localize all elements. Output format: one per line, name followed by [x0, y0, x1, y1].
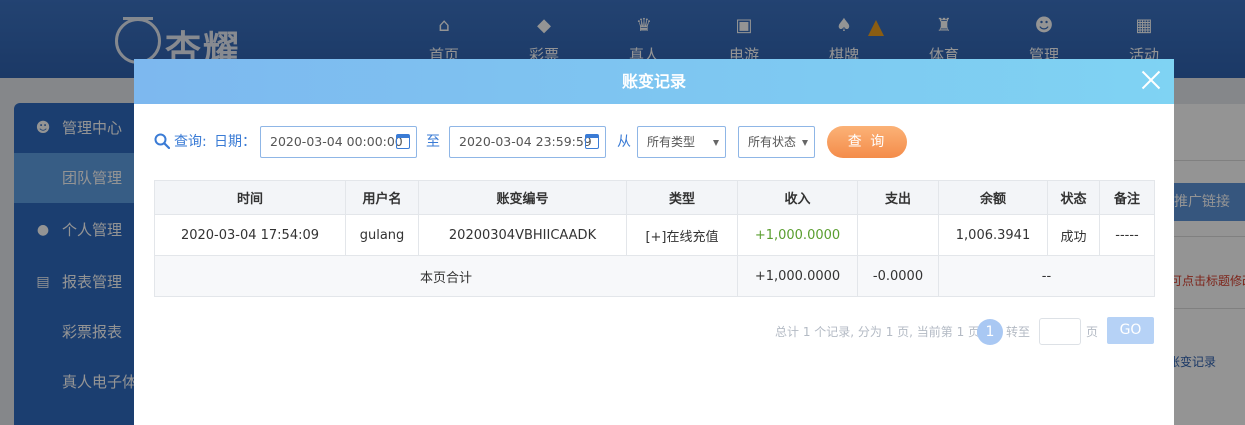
to-label: 至 — [426, 134, 440, 150]
summary-income: +1,000.0000 — [737, 255, 858, 297]
pagination-info: 总计 1 个记录, 分为 1 页, 当前第 1 页 — [775, 325, 981, 339]
column-header-time[interactable]: 时间 — [154, 180, 346, 215]
query-label: 查询: — [174, 134, 207, 150]
modal-title: 账变记录 — [621, 72, 686, 91]
transaction-record-modal: 账变记录 查询: 日期： 2020-03-04 00:00:00 至 2020-… — [134, 59, 1174, 425]
modal-header: 账变记录 — [134, 59, 1174, 104]
from-label: 从 — [617, 134, 631, 150]
cell-type: [+]在线充值 — [626, 214, 738, 256]
page-label: 页 — [1086, 325, 1099, 339]
chevron-down-icon — [713, 140, 719, 146]
summary-label: 本页合计 — [154, 255, 738, 297]
summary-expense: -0.0000 — [857, 255, 939, 297]
cell-remark: ----- — [1099, 214, 1155, 256]
column-header-type[interactable]: 类型 — [626, 180, 738, 215]
calendar-icon[interactable] — [396, 134, 410, 149]
pagination: 总计 1 个记录, 分为 1 页, 当前第 1 页 1 转至 页 GO — [154, 317, 1154, 347]
filter-bar: 查询: 日期： 2020-03-04 00:00:00 至 2020-03-04… — [154, 126, 1154, 158]
summary-rest: -- — [938, 255, 1155, 297]
column-header-income[interactable]: 收入 — [737, 180, 858, 215]
start-date-input[interactable]: 2020-03-04 00:00:00 — [260, 126, 417, 158]
goto-label: 转至 — [1006, 325, 1031, 339]
column-header-transaction-id[interactable]: 账变编号 — [418, 180, 627, 215]
cell-username: gulang — [345, 214, 419, 256]
cell-transaction-id: 20200304VBHIICAADK — [418, 214, 627, 256]
status-select-value: 所有状态 — [748, 135, 797, 149]
column-header-remark[interactable]: 备注 — [1099, 180, 1155, 215]
current-page-button[interactable]: 1 — [977, 319, 1003, 345]
column-header-status[interactable]: 状态 — [1047, 180, 1100, 215]
end-date-input[interactable]: 2020-03-04 23:59:59 — [449, 126, 606, 158]
cell-income: +1,000.0000 — [737, 214, 858, 256]
table-header-row: 时间 用户名 账变编号 类型 收入 支出 余额 状态 备注 — [154, 180, 1155, 215]
cell-balance: 1,006.3941 — [938, 214, 1048, 256]
type-select-value: 所有类型 — [647, 135, 696, 149]
date-label: 日期： — [214, 134, 256, 150]
close-icon[interactable] — [1138, 67, 1164, 93]
cell-status: 成功 — [1047, 214, 1100, 256]
cell-expense — [857, 214, 939, 256]
cell-time: 2020-03-04 17:54:09 — [154, 214, 346, 256]
calendar-icon[interactable] — [585, 134, 599, 149]
table-row[interactable]: 2020-03-04 17:54:09 gulang 20200304VBHII… — [154, 214, 1155, 256]
query-button[interactable]: 查 询 — [827, 126, 907, 158]
goto-page-input[interactable] — [1039, 318, 1081, 345]
chevron-down-icon — [802, 140, 808, 146]
column-header-username[interactable]: 用户名 — [345, 180, 419, 215]
search-icon — [154, 133, 170, 149]
start-date-value: 2020-03-04 00:00:00 — [270, 134, 403, 149]
summary-row: 本页合计 +1,000.0000 -0.0000 -- — [154, 255, 1155, 297]
column-header-balance[interactable]: 余额 — [938, 180, 1048, 215]
end-date-value: 2020-03-04 23:59:59 — [459, 134, 592, 149]
column-header-expense[interactable]: 支出 — [857, 180, 939, 215]
type-select[interactable]: 所有类型 — [637, 126, 726, 158]
transaction-table: 时间 用户名 账变编号 类型 收入 支出 余额 状态 备注 2020-03-04… — [154, 180, 1155, 297]
status-select[interactable]: 所有状态 — [738, 126, 815, 158]
go-button[interactable]: GO — [1107, 317, 1154, 344]
